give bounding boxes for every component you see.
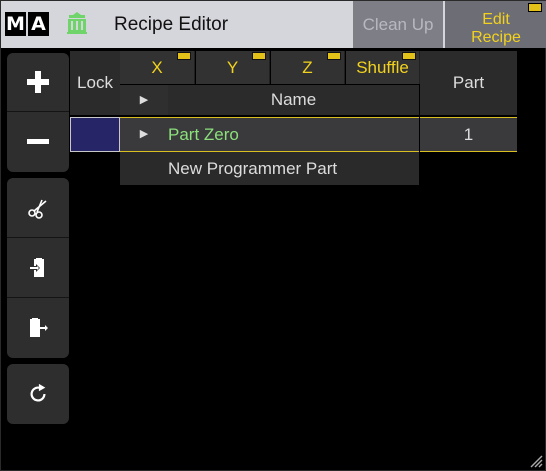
- filter-column-x-label: X: [151, 58, 163, 77]
- plus-icon: [27, 71, 49, 93]
- filter-column-y-label: Y: [226, 58, 239, 77]
- edit-recipe-button[interactable]: Edit Recipe: [445, 1, 546, 48]
- recipe-editor-window: M A Recipe Editor Clean Up Edit Recipe L…: [0, 0, 546, 471]
- clean-up-button[interactable]: Clean Up: [353, 1, 443, 48]
- filter-column-x[interactable]: X: [120, 51, 195, 84]
- filter-z-indicator: [327, 52, 341, 60]
- filter-x-indicator: [177, 52, 191, 60]
- new-programmer-part-label: New Programmer Part: [168, 159, 338, 178]
- resize-grip-icon[interactable]: [527, 452, 543, 468]
- toolbar-group-add-remove: [7, 53, 69, 172]
- paste-in-icon: [29, 257, 44, 277]
- filter-y-indicator: [252, 52, 266, 60]
- add-button[interactable]: [7, 53, 69, 112]
- filter-column-z-label: Z: [302, 58, 313, 77]
- title-bar: M A Recipe Editor Clean Up Edit Recipe: [1, 1, 546, 48]
- part-cell[interactable]: 1: [420, 117, 517, 152]
- remove-button[interactable]: [7, 112, 69, 171]
- name-cell[interactable]: ▶ Part Zero: [120, 117, 419, 152]
- part-column-header[interactable]: Part: [420, 51, 517, 115]
- refresh-button[interactable]: [7, 364, 69, 424]
- filter-column-z[interactable]: Z: [271, 51, 345, 84]
- expand-all-arrow-icon[interactable]: ▶: [120, 85, 168, 115]
- name-header-label: Name: [270, 90, 317, 109]
- toolbar-group-refresh: [7, 364, 69, 424]
- name-column-header[interactable]: ▶ Name: [120, 85, 419, 115]
- lock-cell[interactable]: [70, 117, 120, 152]
- filter-column-y[interactable]: Y: [196, 51, 270, 84]
- cut-button[interactable]: [7, 178, 69, 238]
- toolbar-group-clipboard: [7, 178, 69, 358]
- edit-recipe-indicator: [528, 3, 542, 12]
- ma-logo-a: A: [28, 12, 49, 36]
- refresh-icon: [30, 383, 46, 402]
- paste-out-icon: [30, 318, 48, 337]
- filter-column-shuffle-label: Shuffle: [356, 58, 409, 77]
- window-title: Recipe Editor: [114, 14, 229, 35]
- edit-recipe-label-line2: Recipe: [471, 29, 521, 46]
- table-row[interactable]: ▶ Part Zero 1: [70, 117, 517, 152]
- edit-recipe-label-line1: Edit: [482, 11, 510, 28]
- scissors-icon: [28, 199, 47, 219]
- row-name: Part Zero: [168, 125, 239, 144]
- expand-arrow-icon[interactable]: ▶: [120, 118, 168, 151]
- ma-logo: M A: [5, 12, 49, 36]
- recipe-pot-icon: [67, 12, 87, 34]
- filter-shuffle-indicator: [402, 52, 416, 60]
- ma-logo-m: M: [5, 12, 26, 36]
- new-programmer-part-row[interactable]: New Programmer Part: [120, 152, 419, 185]
- export-button[interactable]: [7, 298, 69, 358]
- minus-icon: [27, 138, 49, 144]
- lock-column-header[interactable]: Lock: [70, 51, 120, 115]
- filter-column-shuffle[interactable]: Shuffle: [346, 51, 420, 84]
- insert-button[interactable]: [7, 238, 69, 298]
